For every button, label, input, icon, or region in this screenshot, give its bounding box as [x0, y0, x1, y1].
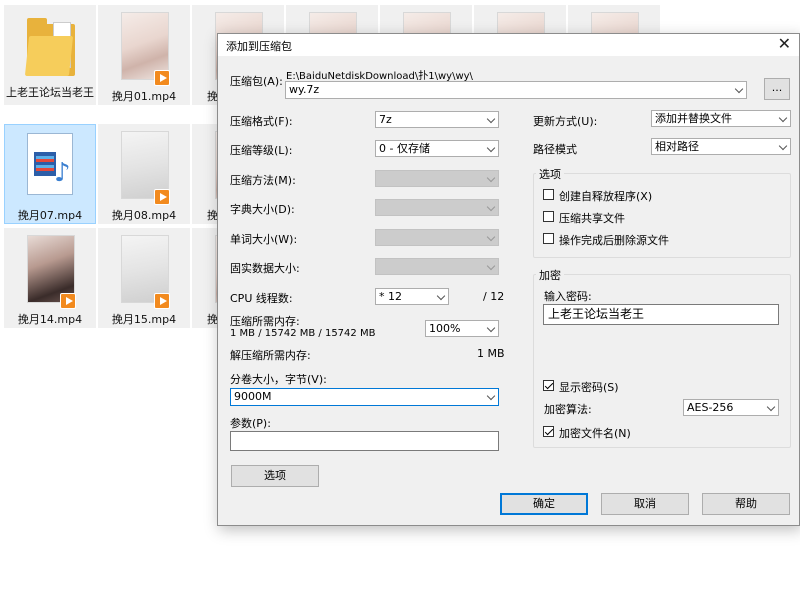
- level-select[interactable]: 0 - 仅存储: [375, 140, 499, 157]
- show-password-label: 显示密码(S): [559, 381, 619, 394]
- mem-compress-detail: 1 MB / 15742 MB / 15742 MB: [230, 328, 376, 339]
- folder-icon: [24, 18, 75, 76]
- file-label: 挽月08.mp4: [111, 209, 177, 222]
- update-mode-value: 添加并替换文件: [655, 112, 732, 125]
- chevron-down-icon: [436, 291, 446, 301]
- format-value: 7z: [379, 113, 392, 126]
- chevron-down-icon: [778, 141, 788, 151]
- encrypt-names-checkbox[interactable]: [543, 426, 554, 437]
- file-item-media-selected[interactable]: ♪ 挽月07.mp4: [4, 124, 96, 224]
- browse-button[interactable]: ...: [764, 78, 790, 100]
- chevron-down-icon: [778, 113, 788, 123]
- chevron-down-icon: [766, 402, 776, 412]
- show-password-checkbox[interactable]: [543, 380, 554, 391]
- volume-combo[interactable]: 9000M: [230, 388, 499, 406]
- dialog-titlebar[interactable]: 添加到压缩包 ✕: [218, 34, 799, 56]
- solid-select: [375, 258, 499, 275]
- add-to-archive-dialog: 添加到压缩包 ✕ 压缩包(A): E:\BaiduNetdiskDownload…: [217, 33, 800, 526]
- volume-value: 9000M: [234, 390, 272, 403]
- file-label: 上老王论坛当老王: [6, 86, 94, 99]
- media-file-icon: ♪: [27, 133, 73, 195]
- archive-name-value: wy.7z: [289, 83, 320, 96]
- level-label: 压缩等级(L):: [230, 144, 293, 157]
- archive-path: E:\BaiduNetdiskDownload\扑1\wy\wy\: [286, 71, 473, 82]
- delete-after-label: 操作完成后删除源文件: [559, 234, 669, 247]
- path-mode-value: 相对路径: [655, 140, 699, 153]
- chevron-down-icon: [486, 114, 496, 124]
- archive-label: 压缩包(A):: [230, 75, 283, 88]
- update-mode-label: 更新方式(U):: [533, 115, 598, 128]
- file-item-video[interactable]: 挽月01.mp4: [98, 5, 190, 105]
- volume-label: 分卷大小，字节(V):: [230, 373, 327, 386]
- chevron-down-icon: [486, 323, 496, 333]
- mem-percent-select[interactable]: 100%: [425, 320, 499, 337]
- mem-decompress-value: 1 MB: [477, 347, 505, 360]
- archive-name-combo[interactable]: wy.7z: [285, 81, 747, 99]
- file-item-video[interactable]: 挽月08.mp4: [98, 124, 190, 224]
- file-label: 挽月14.mp4: [17, 313, 83, 326]
- options-button[interactable]: 选项: [231, 465, 319, 487]
- dict-label: 字典大小(D):: [230, 203, 295, 216]
- chevron-down-icon: [486, 391, 496, 401]
- enc-method-value: AES-256: [687, 401, 734, 414]
- close-icon[interactable]: ✕: [778, 35, 791, 53]
- encrypt-names-label: 加密文件名(N): [559, 427, 631, 440]
- file-label: 挽月15.mp4: [111, 313, 177, 326]
- threads-max: / 12: [483, 290, 505, 303]
- file-label: 挽月07.mp4: [17, 209, 83, 222]
- chevron-down-icon: [486, 143, 496, 153]
- mem-compress-label: 压缩所需内存:: [230, 315, 300, 328]
- sfx-checkbox[interactable]: [543, 189, 554, 200]
- options-group-title: 选项: [536, 166, 564, 182]
- solid-label: 固实数据大小:: [230, 262, 300, 275]
- file-item-video[interactable]: 挽月15.mp4: [98, 228, 190, 328]
- play-icon: [154, 70, 170, 86]
- word-label: 单词大小(W):: [230, 233, 298, 246]
- file-label: 挽月01.mp4: [111, 90, 177, 103]
- chevron-down-icon: [486, 202, 496, 212]
- file-item-folder[interactable]: 上老王论坛当老王: [4, 5, 96, 105]
- shared-checkbox[interactable]: [543, 211, 554, 222]
- cancel-button[interactable]: 取消: [601, 493, 689, 515]
- path-mode-label: 路径模式: [533, 143, 577, 156]
- method-label: 压缩方法(M):: [230, 174, 296, 187]
- params-label: 参数(P):: [230, 417, 271, 430]
- enc-method-select[interactable]: AES-256: [683, 399, 779, 416]
- file-item-video[interactable]: 挽月14.mp4: [4, 228, 96, 328]
- threads-select[interactable]: * 12: [375, 288, 449, 305]
- path-mode-select[interactable]: 相对路径: [651, 138, 791, 155]
- format-select[interactable]: 7z: [375, 111, 499, 128]
- play-icon: [154, 189, 170, 205]
- method-select: [375, 170, 499, 187]
- chevron-down-icon: [486, 173, 496, 183]
- play-icon: [154, 293, 170, 309]
- dialog-title: 添加到压缩包: [226, 40, 292, 53]
- enc-method-label: 加密算法:: [544, 403, 592, 416]
- chevron-down-icon: [486, 232, 496, 242]
- format-label: 压缩格式(F):: [230, 115, 293, 128]
- chevron-down-icon: [486, 261, 496, 271]
- delete-after-checkbox[interactable]: [543, 233, 554, 244]
- word-select: [375, 229, 499, 246]
- password-input[interactable]: 上老王论坛当老王: [543, 304, 779, 325]
- encryption-group-title: 加密: [536, 267, 564, 283]
- shared-label: 压缩共享文件: [559, 212, 625, 225]
- password-label: 输入密码:: [544, 290, 592, 303]
- params-input[interactable]: [230, 431, 499, 451]
- update-mode-select[interactable]: 添加并替换文件: [651, 110, 791, 127]
- help-button[interactable]: 帮助: [702, 493, 790, 515]
- mem-decompress-label: 解压缩所需内存:: [230, 349, 311, 362]
- mem-percent-value: 100%: [429, 322, 461, 335]
- chevron-down-icon: [734, 84, 744, 94]
- level-value: 0 - 仅存储: [379, 142, 430, 155]
- sfx-label: 创建自释放程序(X): [559, 190, 653, 203]
- dict-select: [375, 199, 499, 216]
- threads-label: CPU 线程数:: [230, 292, 293, 305]
- ok-button[interactable]: 确定: [500, 493, 588, 515]
- threads-value: * 12: [379, 290, 402, 303]
- play-icon: [60, 293, 76, 309]
